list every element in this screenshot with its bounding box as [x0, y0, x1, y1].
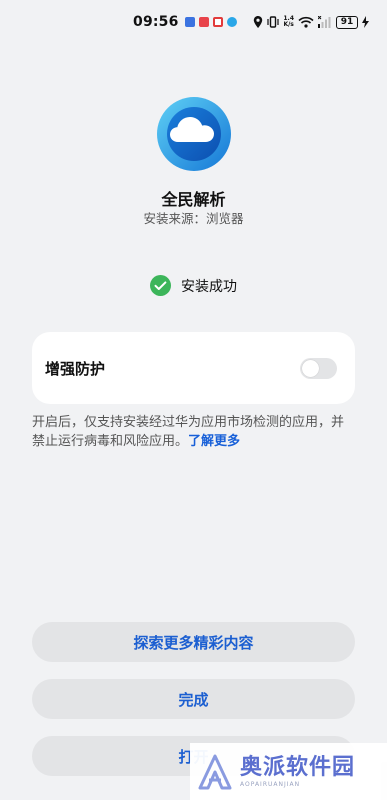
vibrate-icon [267, 16, 279, 28]
cellular-signal-icon [318, 16, 331, 28]
install-source: 安装来源：浏览器 [143, 211, 244, 226]
watermark-text-group: 奥派软件园 AOPAIRUANJIAN [240, 755, 355, 788]
install-success-text: 安装成功 [181, 278, 237, 295]
app-notification-icon [198, 17, 209, 27]
app-notification-icon [226, 17, 237, 27]
app-name: 全民解析 [161, 190, 226, 209]
notification-icons [184, 17, 237, 27]
status-bar: 09:56 1.4 K/s 91 [0, 0, 387, 44]
app-notification-icon [212, 17, 223, 27]
watermark: 奥派软件园 AOPAIRUANJIAN [190, 743, 387, 800]
charging-icon [362, 16, 369, 28]
app-notification-icon [184, 17, 195, 27]
watermark-subtext: AOPAIRUANJIAN [240, 781, 301, 788]
learn-more-link[interactable]: 了解更多 [188, 434, 240, 449]
toggle-knob [302, 359, 319, 377]
done-button[interactable]: 完成 [32, 679, 355, 719]
protection-description: 开启后，仅支持安装经过华为应用市场检测的应用，并禁止运行病毒和风险应用。了解更多 [32, 413, 350, 451]
location-icon [254, 16, 263, 28]
enhanced-protection-label: 增强防护 [45, 359, 106, 378]
install-success-status: 安装成功 [0, 275, 387, 296]
wifi-icon [298, 16, 314, 28]
cloud-app-icon [157, 97, 231, 171]
watermark-logo-icon [198, 754, 232, 789]
network-speed: 1.4 K/s [283, 15, 294, 28]
install-complete-screen: 09:56 1.4 K/s 91 全民解析 安装来源：浏览器 安装成功 增强防护… [0, 0, 387, 800]
explore-more-button[interactable]: 探索更多精彩内容 [32, 622, 355, 662]
enhanced-protection-card: 增强防护 [32, 332, 355, 404]
enhanced-protection-toggle[interactable] [300, 357, 337, 379]
app-icon [156, 96, 232, 172]
system-icons: 1.4 K/s 91 [253, 15, 369, 29]
battery-indicator: 91 [336, 15, 358, 29]
watermark-text: 奥派软件园 [240, 755, 356, 780]
check-circle-icon [150, 275, 171, 296]
status-time: 09:56 [133, 14, 179, 30]
